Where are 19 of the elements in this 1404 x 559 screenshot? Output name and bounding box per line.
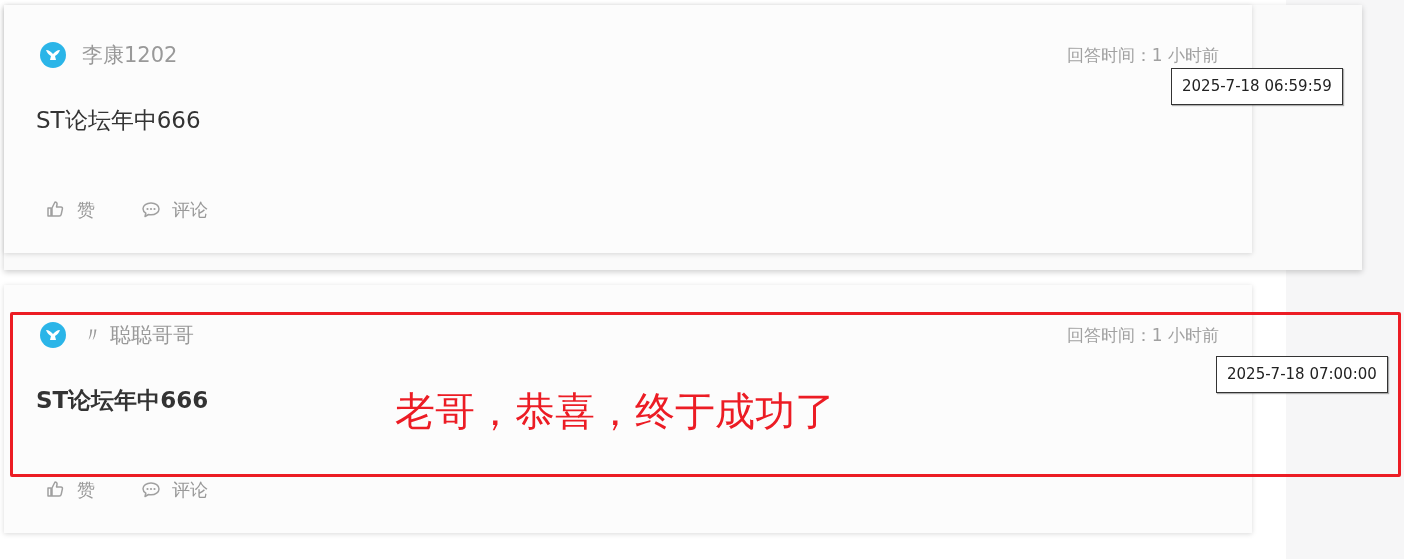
- thumbs-up-icon: [46, 200, 66, 220]
- speech-bubble-icon: [141, 200, 161, 220]
- post-content: ST论坛年中666: [36, 386, 209, 415]
- author-name[interactable]: 李康1202: [82, 41, 178, 69]
- comment-link[interactable]: 评论: [172, 478, 208, 502]
- avatar-icon: [40, 42, 66, 68]
- like-link[interactable]: 赞: [77, 198, 95, 222]
- reply-time: 回答时间：1 小时前: [1066, 323, 1219, 347]
- timestamp-tooltip: 2025-7-18 06:59:59: [1171, 68, 1343, 105]
- speech-bubble-icon: [141, 480, 161, 500]
- annotation-text: 老哥，恭喜，终于成功了: [395, 387, 835, 436]
- author-name[interactable]: 〃 聪聪哥哥: [82, 321, 194, 349]
- like-link[interactable]: 赞: [77, 478, 95, 502]
- timestamp-tooltip: 2025-7-18 07:00:00: [1216, 356, 1388, 393]
- comment-link[interactable]: 评论: [172, 198, 208, 222]
- reply-time: 回答时间：1 小时前: [1066, 43, 1219, 67]
- thumbs-up-icon: [46, 480, 66, 500]
- avatar-icon: [40, 322, 66, 348]
- post-content: ST论坛年中666: [36, 106, 201, 135]
